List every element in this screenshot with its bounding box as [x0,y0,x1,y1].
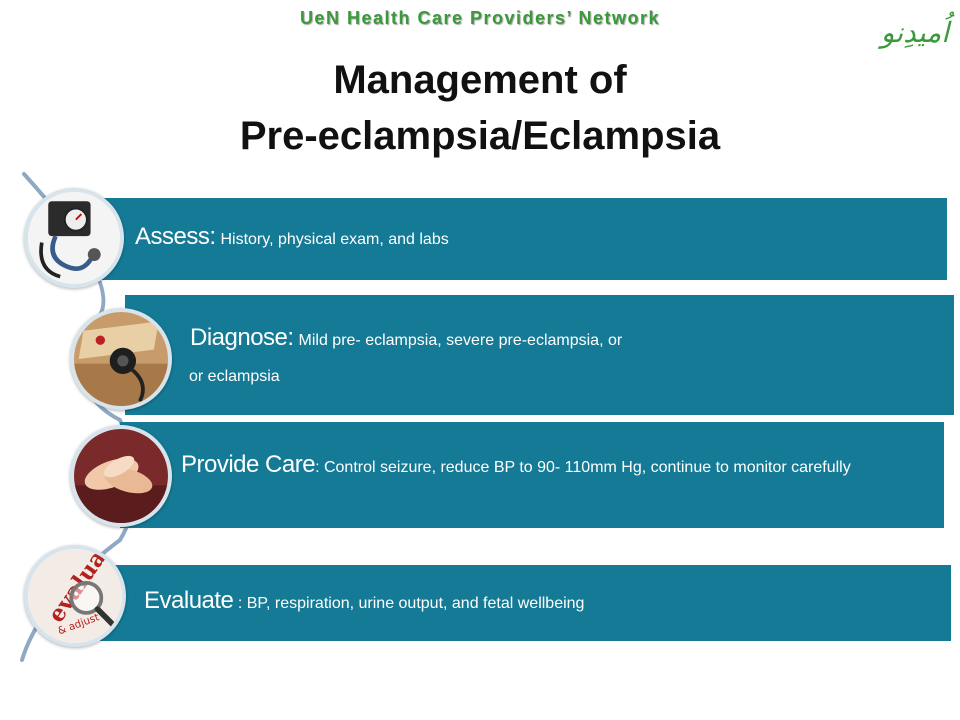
caring-hands-icon [70,425,172,527]
evaluate-magnifier-icon: evaluate & adjust [24,545,126,647]
title-line-1: Management of [333,58,627,102]
blood-pressure-cuff-icon [24,188,124,288]
step-evaluate-heading: Evaluate [144,587,234,614]
network-name: UeN Health Care Providers’ Network [299,8,661,28]
step-diagnose-text: Mild pre- eclampsia, severe pre-eclampsi… [294,332,623,349]
step-provide-care-text: Control seizure, reduce BP to 90- 110mm … [319,459,851,476]
page-title: Management of Pre-eclampsia/Eclampsia [0,52,960,164]
step-diagnose-heading: Diagnose [190,324,288,351]
step-diagnose-bar: Diagnose: Mild pre- eclampsia, severe pr… [125,295,954,415]
title-line-2: Pre-eclampsia/Eclampsia [239,114,721,158]
step-assess-heading: Assess [135,223,210,250]
logo: اُمیدِنو [880,16,950,49]
stethoscope-icon [70,308,172,410]
step-evaluate-bar: Evaluate : BP, respiration, urine output… [100,565,951,641]
step-evaluate-separator: : [233,595,243,612]
step-assess-text: History, physical exam, and labs [216,231,449,248]
step-evaluate-text: BP, respiration, urine output, and fetal… [242,595,585,612]
step-assess-bar: Assess: History, physical exam, and labs [90,198,947,280]
step-provide-care-bar: Provide Care: Control seizure, reduce BP… [120,422,944,528]
step-provide-care-heading: Provide Care [181,451,316,478]
step-diagnose-text-line2: or eclampsia [189,368,280,385]
